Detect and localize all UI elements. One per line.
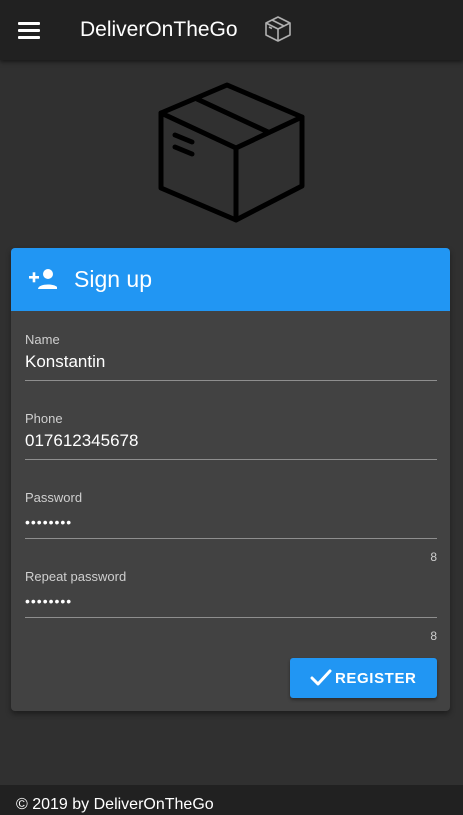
footer: © 2019 by DeliverOnTheGo [0,785,463,815]
password-char-counter: 8 [430,550,437,564]
repeat-password-value[interactable]: •••••••• [25,593,72,609]
register-button[interactable]: REGISTER [290,658,437,698]
checkmark-icon [310,669,332,686]
name-label: Name [25,332,60,347]
person-add-icon [29,269,57,289]
hero-package-icon [158,82,305,223]
phone-underline [25,459,437,460]
register-label: REGISTER [335,670,417,687]
phone-label: Phone [25,411,63,426]
menu-icon[interactable] [18,22,40,39]
repeat-password-char-counter: 8 [430,629,437,643]
phone-value[interactable]: 017612345678 [25,431,138,451]
card-header: Sign up [11,248,450,311]
password-underline [25,538,437,539]
password-value[interactable]: •••••••• [25,514,72,530]
password-label: Password [25,490,83,505]
signup-card: Sign up Name Konstantin Phone 0176123456… [11,248,450,711]
app-toolbar: DeliverOnTheGo [0,0,463,60]
repeat-password-underline [25,617,437,618]
copyright-text: © 2019 by DeliverOnTheGo [16,796,214,813]
repeat-password-label: Repeat password [25,569,127,584]
name-underline [25,380,437,381]
name-value[interactable]: Konstantin [25,352,105,372]
app-title: DeliverOnTheGo [80,18,238,41]
card-title: Sign up [74,266,153,292]
package-box-icon [265,16,291,42]
